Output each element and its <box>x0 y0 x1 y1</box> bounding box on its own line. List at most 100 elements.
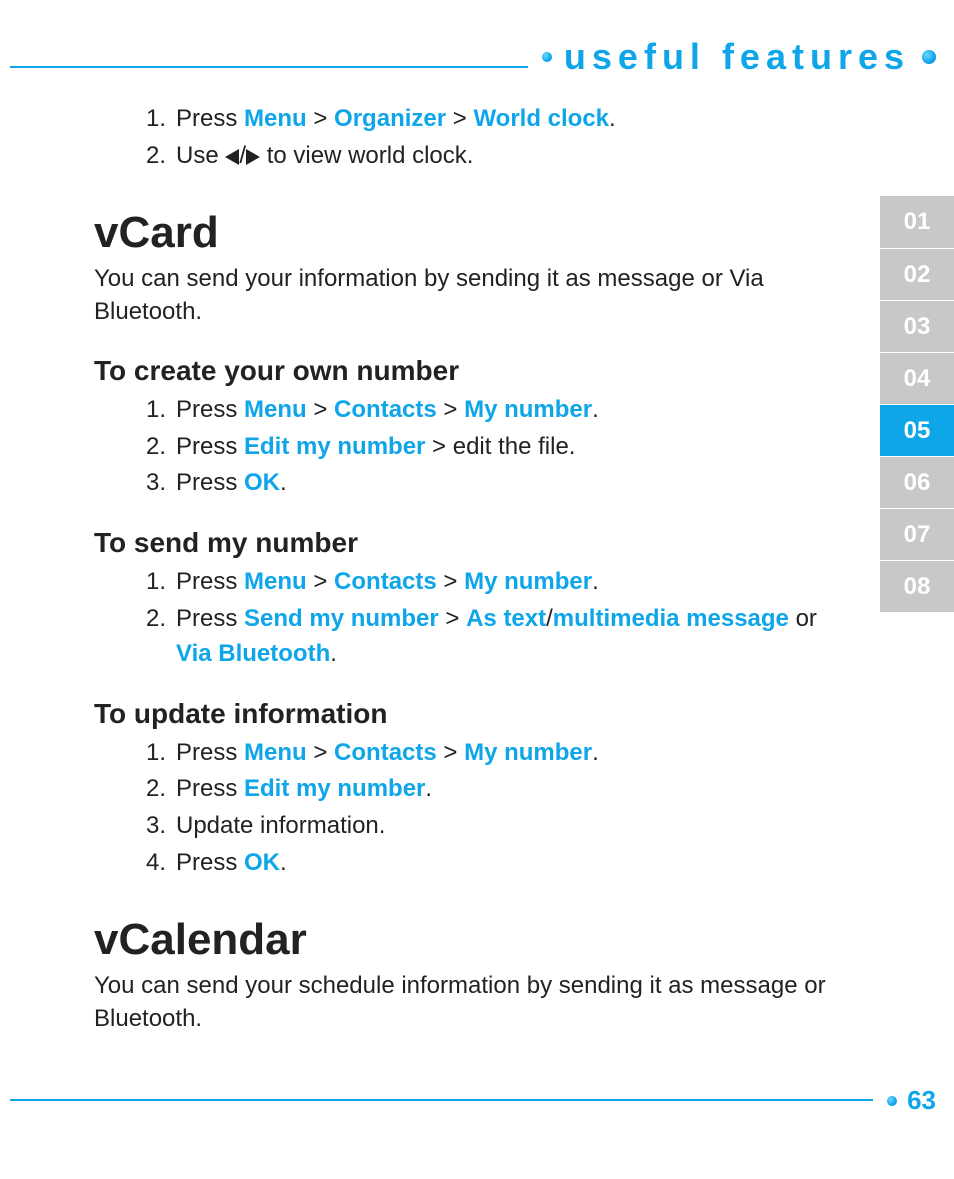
keyword-text: Organizer <box>334 105 446 132</box>
body-text: Press <box>176 396 244 423</box>
list-number: 4. <box>138 846 166 881</box>
body-text: . <box>425 775 432 802</box>
body-text: > <box>437 568 464 595</box>
list-item: 1. Press Menu > Contacts > My number. <box>138 736 838 771</box>
list-item: 2. Use / to view world clock. <box>138 139 838 174</box>
body-text: Press <box>176 605 244 632</box>
list-number: 1. <box>138 736 166 771</box>
list-number: 2. <box>138 602 166 672</box>
section-heading: vCalendar <box>94 915 838 965</box>
body-text: . <box>280 849 287 876</box>
chapter-tab[interactable]: 04 <box>880 352 954 404</box>
body-text: > <box>307 105 334 132</box>
body-text: Press <box>176 849 244 876</box>
list-number: 3. <box>138 466 166 501</box>
subsection-heading: To send my number <box>94 527 838 559</box>
body-text: . <box>280 469 287 496</box>
section-heading: vCard <box>94 208 838 258</box>
keyword-text: My number <box>464 568 592 595</box>
list-number: 1. <box>138 393 166 428</box>
body-text: / <box>239 142 246 169</box>
body-text: Update information. <box>176 812 385 839</box>
list-number: 1. <box>138 102 166 137</box>
list-text: Press Menu > Organizer > World clock. <box>176 102 838 137</box>
body-text: Press <box>176 739 244 766</box>
keyword-text: Edit my number <box>244 775 425 802</box>
bullet-icon <box>887 1096 897 1106</box>
keyword-text: OK <box>244 469 280 496</box>
subsection-heading: To update information <box>94 698 838 730</box>
list-item: 2.Press Edit my number > edit the file. <box>138 430 838 465</box>
header-title-box: useful features <box>528 36 944 78</box>
body-text: > <box>437 739 464 766</box>
keyword-text: As text <box>466 605 546 632</box>
bullet-icon <box>542 52 552 62</box>
body-text: Press <box>176 469 244 496</box>
body-text: > <box>307 739 334 766</box>
body-text: . <box>330 640 337 667</box>
list-item: 4. Press OK. <box>138 846 838 881</box>
chapter-tabs: 0102030405060708 <box>880 196 954 612</box>
section-description: You can send your schedule information b… <box>94 969 838 1036</box>
list-text: Press OK. <box>176 466 838 501</box>
list-number: 3. <box>138 809 166 844</box>
subsection-heading: To create your own number <box>94 355 838 387</box>
body-text: > <box>437 396 464 423</box>
list-text: Press Menu > Contacts > My number. <box>176 565 838 600</box>
list-text: Use / to view world clock. <box>176 139 838 174</box>
body-text: > <box>307 568 334 595</box>
list-item: 2.Press Send my number > As text/multime… <box>138 602 838 672</box>
list-text: Press Edit my number. <box>176 772 838 807</box>
keyword-text: Menu <box>244 105 307 132</box>
keyword-text: Via Bluetooth <box>176 640 330 667</box>
keyword-text: OK <box>244 849 280 876</box>
steps-list: 1. Press Menu > Contacts > My number. 2. Pr… <box>138 736 838 881</box>
list-item: 3. Press OK. <box>138 466 838 501</box>
keyword-text: Contacts <box>334 396 437 423</box>
list-text: Update information. <box>176 809 838 844</box>
body-text: . <box>592 739 599 766</box>
list-text: Press Edit my number > edit the file. <box>176 430 838 465</box>
body-text: to view world clock. <box>260 142 473 169</box>
list-item: 3. Update information. <box>138 809 838 844</box>
body-text: . <box>609 105 616 132</box>
list-number: 2. <box>138 139 166 174</box>
chapter-tab[interactable]: 08 <box>880 560 954 612</box>
steps-list: 1. Press Menu > Contacts > My number.2.Pr… <box>138 393 838 501</box>
arrow-left-icon <box>225 149 239 165</box>
intro-list: 1.Press Menu > Organizer > World clock.2… <box>138 102 838 174</box>
body-text: Use <box>176 142 225 169</box>
header-title: useful features <box>564 36 910 78</box>
body-text: / <box>546 605 553 632</box>
list-number: 2. <box>138 772 166 807</box>
list-item: 1. Press Menu > Contacts > My number. <box>138 393 838 428</box>
list-text: Press Menu > Contacts > My number. <box>176 393 838 428</box>
chapter-tab[interactable]: 05 <box>880 404 954 456</box>
keyword-text: Contacts <box>334 568 437 595</box>
arrow-right-icon <box>246 149 260 165</box>
body-text: Press <box>176 775 244 802</box>
list-item: 1. Press Menu > Organizer > World clock. <box>138 102 838 137</box>
list-text: Press Menu > Contacts > My number. <box>176 736 838 771</box>
body-text: > <box>439 605 466 632</box>
page-header: useful features <box>10 46 944 86</box>
footer-box: 63 <box>873 1085 936 1116</box>
keyword-text: My number <box>464 739 592 766</box>
chapter-tab[interactable]: 01 <box>880 196 954 248</box>
list-text: Press Send my number > As text/multimedi… <box>176 602 838 672</box>
body-text: . <box>592 396 599 423</box>
body-text: Press <box>176 433 244 460</box>
chapter-tab[interactable]: 07 <box>880 508 954 560</box>
chapter-tab[interactable]: 03 <box>880 300 954 352</box>
keyword-text: Menu <box>244 396 307 423</box>
list-item: 1. Press Menu > Contacts > My number. <box>138 565 838 600</box>
chapter-tab[interactable]: 06 <box>880 456 954 508</box>
bullet-icon <box>922 50 936 64</box>
list-item: 2. Press Edit my number. <box>138 772 838 807</box>
page-footer: 63 <box>10 1085 936 1115</box>
body-text: > <box>307 396 334 423</box>
list-text: Press OK. <box>176 846 838 881</box>
list-number: 1. <box>138 565 166 600</box>
chapter-tab[interactable]: 02 <box>880 248 954 300</box>
keyword-text: Contacts <box>334 739 437 766</box>
